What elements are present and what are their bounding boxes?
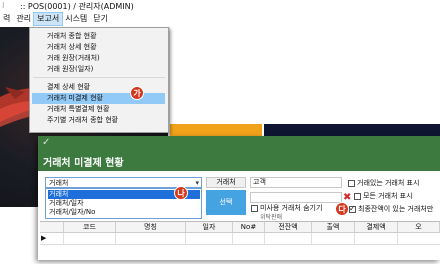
- checkbox-final-balance-only[interactable]: 최종잔액이 있는 거래처만: [349, 204, 433, 214]
- checkbox-box[interactable]: [348, 179, 355, 187]
- column-header-prev-balance[interactable]: 전잔액: [265, 222, 312, 232]
- partner-label: 거래처: [206, 177, 246, 188]
- menu-item-report[interactable]: 보고서: [33, 12, 64, 26]
- row-cell: [40, 233, 64, 244]
- column-header-date[interactable]: 일자: [186, 222, 233, 232]
- menu-option-ledger-partner[interactable]: 거래 원장(거래처): [47, 53, 100, 63]
- row-cell[interactable]: [233, 233, 265, 244]
- callout-marker-na: 나: [174, 186, 188, 200]
- checkbox-box[interactable]: [251, 204, 258, 212]
- navy-strip: [264, 124, 440, 136]
- checkbox-label: 거래있는 거래처 표시: [357, 179, 420, 187]
- column-header-no[interactable]: No#: [233, 222, 265, 232]
- menu-bar: 력 관리 보고서 시스템 닫기: [0, 12, 440, 26]
- row-cell[interactable]: [355, 233, 398, 244]
- menu-option-partner-summary[interactable]: 거래처 종합 현황: [47, 31, 97, 41]
- checkbox-box[interactable]: [354, 192, 361, 200]
- title-bar: ⁝ :: POS(0001) / 관리자(ADMIN): [0, 0, 440, 12]
- menu-option-partner-detail[interactable]: 거래처 상세 현황: [47, 42, 97, 52]
- option-partner-date-no[interactable]: 거래처/일자/No: [48, 208, 200, 217]
- partner-input[interactable]: 고객: [250, 177, 342, 188]
- menu-option-periodic-summary[interactable]: 주기별 거래처 종합 현황: [47, 115, 118, 125]
- menu-item-system[interactable]: 시스템: [62, 13, 90, 25]
- report-dropdown-menu: 거래처 종합 현황 거래처 상세 현황 거래 원장(거래처) 거래 원장(일자)…: [29, 27, 169, 133]
- menu-separator: [33, 77, 165, 78]
- window-title: :: POS(0001) / 관리자(ADMIN): [20, 1, 134, 11]
- column-header-name[interactable]: 명칭: [116, 222, 186, 232]
- dialog-header: ✓ 거래처 미결제 현황: [38, 136, 440, 171]
- partner-name-input[interactable]: [250, 192, 342, 203]
- callout-marker-da: 다: [335, 202, 349, 216]
- accent-strip: [170, 124, 262, 136]
- column-header-overflow[interactable]: 오: [398, 222, 440, 232]
- menu-option-unpaid[interactable]: 거래처 미결제 현황: [47, 93, 103, 103]
- results-grid: 코드 명칭 일자 No# 전잔액 출액 결제액 오 ▶: [40, 221, 440, 259]
- menu-item-close[interactable]: 닫기: [90, 13, 111, 25]
- column-header-code[interactable]: 코드: [64, 222, 116, 232]
- menu-option-payment-detail[interactable]: 결제 상세 현황: [47, 82, 90, 92]
- grid-header: 코드 명칭 일자 No# 전잔액 출액 결제액 오: [40, 222, 440, 233]
- table-row[interactable]: ▶: [40, 233, 440, 245]
- checkbox-box[interactable]: [349, 204, 356, 213]
- clear-x-icon[interactable]: ✖: [343, 192, 351, 203]
- menu-item-input[interactable]: 력: [0, 13, 13, 25]
- row-cell[interactable]: [64, 233, 116, 244]
- menu-option-ledger-date[interactable]: 거래 원장(일자): [47, 64, 93, 74]
- callout-marker-ga: 가: [130, 86, 144, 100]
- checkbox-label: 최종잔액이 있는 거래처만: [358, 205, 434, 213]
- column-header-corner: [40, 222, 64, 232]
- checkbox-show-all-partners[interactable]: 모든 거래처 표시: [354, 191, 413, 201]
- search-type-value: 거래처: [49, 179, 69, 187]
- check-icon: ✓: [42, 137, 51, 148]
- dialog-title: 거래처 미결제 현황: [43, 158, 124, 169]
- checkbox-show-active-partners[interactable]: 거래있는 거래처 표시: [348, 178, 419, 188]
- select-button[interactable]: 선택: [206, 190, 246, 215]
- menu-option-special-payment[interactable]: 거래처 특별결제 현황: [47, 104, 109, 114]
- column-header-sales[interactable]: 출액: [312, 222, 355, 232]
- menu-item-manage[interactable]: 관리: [13, 13, 34, 25]
- app-icon: ⁝: [2, 1, 5, 10]
- row-cell[interactable]: [312, 233, 355, 244]
- row-cell[interactable]: [265, 233, 312, 244]
- consignment-label: 위탁판매: [260, 214, 283, 221]
- column-header-payment[interactable]: 결제액: [355, 222, 398, 232]
- option-partner-date[interactable]: 거래처/일자: [48, 199, 200, 208]
- checkbox-label: 모든 거래처 표시: [363, 192, 413, 200]
- row-cell[interactable]: [186, 233, 233, 244]
- unpaid-report-dialog: ✓ 거래처 미결제 현황 거래처 ▾ 거래처 거래처/일자 거래처/일자/No …: [38, 136, 440, 260]
- row-cell[interactable]: [116, 233, 186, 244]
